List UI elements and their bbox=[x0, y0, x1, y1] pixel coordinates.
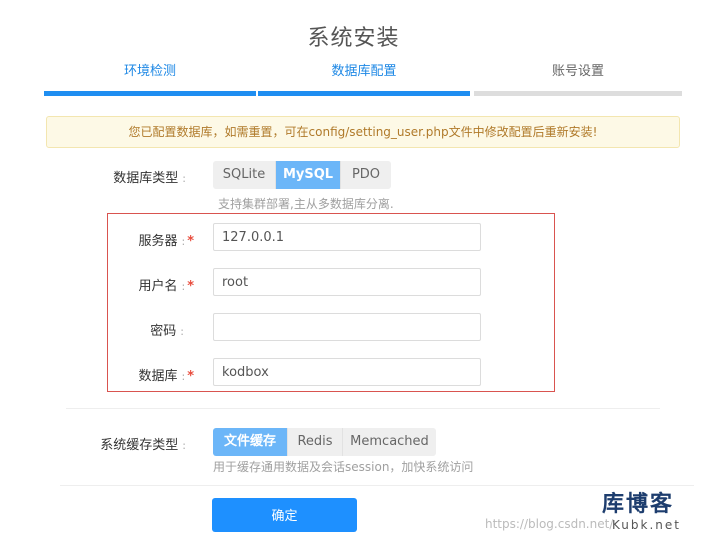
password-label-text: 密码 bbox=[150, 324, 177, 339]
step-env-check[interactable]: 环境检测 bbox=[44, 58, 256, 96]
cache-type-selector: 文件缓存 Redis Memcached bbox=[213, 428, 436, 456]
colon: : bbox=[182, 172, 186, 185]
colon: : bbox=[182, 439, 186, 452]
site-logo: 库博客 Kubk.net bbox=[602, 492, 692, 532]
page-title: 系统安装 bbox=[307, 26, 400, 51]
cache-type-hint: 用于缓存通用数据及会话session，加快系统访问 bbox=[213, 460, 474, 474]
db-type-label-text: 数据库类型 bbox=[113, 171, 179, 186]
database-label-text: 数据库 bbox=[138, 369, 178, 384]
colon: : bbox=[180, 325, 184, 338]
database-label: 数据库: * bbox=[110, 365, 194, 384]
cache-type-label-text: 系统缓存类型 bbox=[100, 438, 179, 453]
cache-type-label: 系统缓存类型: bbox=[60, 434, 186, 453]
username-label: 用户名: * bbox=[110, 275, 194, 294]
step-progress: 环境检测 数据库配置 账号设置 bbox=[44, 58, 682, 98]
db-type-hint: 支持集群部署,主从多数据库分离. bbox=[218, 197, 394, 211]
db-type-option-sqlite[interactable]: SQLite bbox=[213, 161, 276, 189]
colon: : bbox=[181, 235, 186, 248]
required-mark: * bbox=[187, 369, 194, 384]
step-label: 数据库配置 bbox=[331, 64, 397, 79]
db-type-selector: SQLite MySQL PDO bbox=[213, 161, 391, 189]
step-bar bbox=[474, 91, 682, 96]
db-type-label: 数据库类型: bbox=[60, 167, 186, 186]
required-mark: * bbox=[187, 279, 194, 294]
cache-type-option-redis[interactable]: Redis bbox=[288, 428, 343, 456]
password-input[interactable] bbox=[213, 313, 481, 341]
divider bbox=[66, 408, 660, 409]
logo-cn: 库博客 bbox=[602, 492, 675, 517]
divider bbox=[60, 485, 694, 486]
required-mark: * bbox=[187, 234, 194, 249]
step-bar bbox=[44, 91, 256, 96]
step-label: 环境检测 bbox=[123, 64, 176, 79]
step-bar bbox=[258, 91, 470, 96]
config-notice: 您已配置数据库，如需重置，可在config/setting_user.php文件… bbox=[46, 116, 680, 148]
step-label: 账号设置 bbox=[551, 64, 604, 79]
server-label: 服务器: * bbox=[110, 230, 194, 249]
confirm-button[interactable]: 确定 bbox=[212, 498, 357, 532]
cache-type-option-memcached[interactable]: Memcached bbox=[343, 428, 436, 456]
colon: : bbox=[181, 370, 186, 383]
logo-en: Kubk.net bbox=[612, 518, 681, 532]
db-type-option-mysql[interactable]: MySQL bbox=[276, 161, 341, 189]
colon: : bbox=[181, 280, 186, 293]
server-label-text: 服务器 bbox=[138, 234, 178, 249]
database-input[interactable]: kodbox bbox=[213, 358, 481, 386]
username-input[interactable]: root bbox=[213, 268, 481, 296]
cache-type-option-file[interactable]: 文件缓存 bbox=[213, 428, 288, 456]
watermark-url: https://blog.csdn.net/ bbox=[485, 517, 614, 531]
db-type-option-pdo[interactable]: PDO bbox=[341, 161, 391, 189]
password-label: 密码: bbox=[110, 320, 184, 339]
server-input[interactable]: 127.0.0.1 bbox=[213, 223, 481, 251]
username-label-text: 用户名 bbox=[138, 279, 178, 294]
step-db-config[interactable]: 数据库配置 bbox=[258, 58, 470, 96]
step-account-setup[interactable]: 账号设置 bbox=[474, 58, 682, 96]
